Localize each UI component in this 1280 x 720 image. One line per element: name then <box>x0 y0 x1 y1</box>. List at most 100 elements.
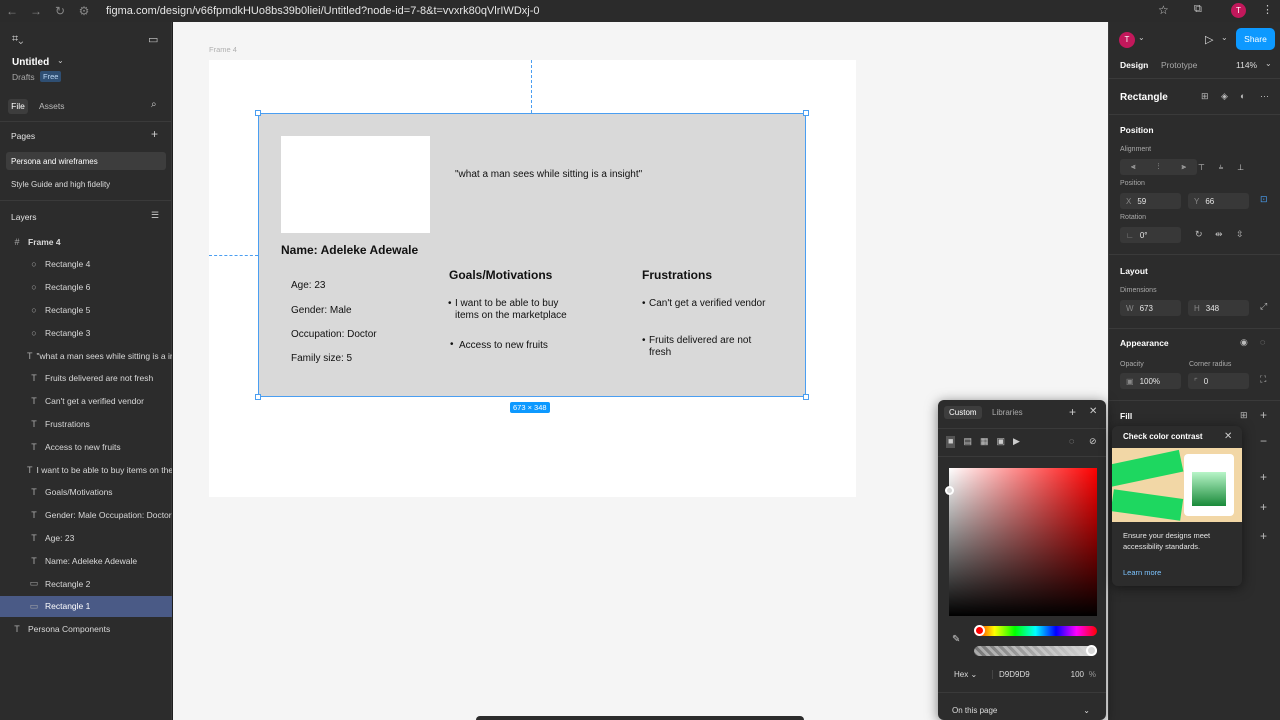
layer-item[interactable]: TI want to be able to buy items on the m… <box>0 459 172 480</box>
layer-item[interactable]: T Goals/Motivations <box>0 482 172 503</box>
color-cursor[interactable] <box>945 486 954 495</box>
layer-item[interactable]: T Persona Components <box>0 619 172 640</box>
zoom-level[interactable]: 114% <box>1236 60 1257 70</box>
radial-gradient-icon[interactable]: ▦ <box>980 436 989 448</box>
add-stroke-icon[interactable]: + <box>1260 470 1267 484</box>
chevron-down-icon[interactable]: ⌄ <box>1221 33 1228 42</box>
gender-text[interactable]: Gender: Male <box>291 305 352 316</box>
video-fill-icon[interactable]: ▶ <box>1013 436 1020 448</box>
align-center-icon[interactable]: ⫶ <box>1157 162 1159 172</box>
tab-prototype[interactable]: Prototype <box>1161 60 1197 70</box>
layer-item[interactable]: T Age: 23 <box>0 527 172 548</box>
learn-more-link[interactable]: Learn more <box>1123 568 1161 577</box>
resize-icon[interactable]: ⤢ <box>1260 301 1267 312</box>
width-field[interactable]: W 673 <box>1120 300 1181 316</box>
align-left-icon[interactable]: ⫷ <box>1131 162 1136 172</box>
more-icon[interactable]: ⋯ <box>1260 91 1269 102</box>
remove-fill-icon[interactable]: − <box>1260 434 1267 448</box>
height-field[interactable]: H 348 <box>1188 300 1249 316</box>
color-contrast-icon[interactable]: ⊘ <box>1089 436 1097 447</box>
x-field[interactable]: X 59 <box>1120 193 1181 209</box>
add-effect-icon[interactable]: + <box>1260 500 1267 514</box>
chevron-down-icon[interactable]: ⌄ <box>1265 59 1272 68</box>
component-icon[interactable]: ◈ <box>1221 91 1228 102</box>
tab-libraries[interactable]: Libraries <box>992 408 1023 417</box>
present-play-icon[interactable]: ▷ <box>1205 33 1213 46</box>
chevron-down-icon[interactable]: ⌄ <box>1138 33 1145 42</box>
layer-item[interactable]: T Frustrations <box>0 413 172 434</box>
layer-item[interactable]: T Fruits delivered are not fresh <box>0 368 172 389</box>
layer-item[interactable]: # Frame 4 <box>0 231 172 252</box>
site-info-icon[interactable]: ⚙ <box>72 4 96 18</box>
family-size-text[interactable]: Family size: 5 <box>291 353 352 364</box>
user-avatar[interactable]: T <box>1119 32 1135 48</box>
address-bar[interactable]: figma.com/design/v66fpmdkHUo8bs39b0liei/… <box>106 5 540 17</box>
image-fill-icon[interactable]: ▣ <box>996 436 1005 448</box>
saturation-brightness-area[interactable] <box>945 468 1097 616</box>
resize-handle-br[interactable] <box>803 394 809 400</box>
blend-drop-icon[interactable]: ◌ <box>1069 436 1074 446</box>
align-right-icon[interactable]: ⫸ <box>1181 162 1186 172</box>
page-item-style-guide[interactable]: Style Guide and high fidelity <box>11 180 110 189</box>
flip-horizontal-icon[interactable]: ⇹ <box>1215 229 1223 240</box>
droplet-icon[interactable]: ◌ <box>1260 337 1265 347</box>
layer-item[interactable]: ○ Rectangle 3 <box>0 322 172 343</box>
search-icon[interactable]: ⌕ <box>151 99 157 110</box>
alpha-thumb[interactable] <box>1086 645 1097 656</box>
frustration-1-text[interactable]: Can't get a verified vendor <box>649 298 765 309</box>
figma-menu-icon[interactable]: ⌗⌄ <box>12 33 23 46</box>
align-bottom-icon[interactable]: ⊥ <box>1237 163 1244 172</box>
opacity-field[interactable]: ▣ 100% <box>1120 373 1181 389</box>
alpha-input[interactable]: 100 <box>1062 670 1084 679</box>
y-field[interactable]: Y 66 <box>1188 193 1249 209</box>
frustrations-heading[interactable]: Frustrations <box>642 268 712 282</box>
tab-design[interactable]: Design <box>1120 60 1148 70</box>
layer-item[interactable]: T Can't get a verified vendor <box>0 391 172 412</box>
corner-radius-field[interactable]: ⌜ 0 <box>1188 373 1249 389</box>
back-icon[interactable]: ← <box>0 4 24 18</box>
file-title[interactable]: Untitled <box>12 57 49 68</box>
alpha-slider[interactable] <box>974 645 1097 656</box>
tab-assets[interactable]: Assets <box>39 101 65 111</box>
constraints-icon[interactable]: ⊡ <box>1260 194 1268 205</box>
sidebar-toggle-icon[interactable]: ▭ <box>148 33 158 46</box>
layer-item[interactable]: ▭ Rectangle 1 <box>0 595 172 617</box>
bookmark-star-icon[interactable]: ☆ <box>1158 3 1169 17</box>
add-fill-icon[interactable]: + <box>1260 408 1267 422</box>
hex-input[interactable]: D9D9D9 <box>992 669 1062 679</box>
resize-handle-tr[interactable] <box>803 110 809 116</box>
align-top-icon[interactable]: ⊤ <box>1198 163 1205 172</box>
goals-heading[interactable]: Goals/Motivations <box>449 268 552 282</box>
eye-icon[interactable]: ◉ <box>1240 337 1248 348</box>
swatch-scope-select[interactable]: On this page ⌄ <box>946 702 1096 718</box>
persona-name[interactable]: Name: Adeleke Adewale <box>281 243 418 257</box>
resize-handle-bl[interactable] <box>255 394 261 400</box>
bottom-toolbar-edge[interactable] <box>476 716 804 720</box>
reload-icon[interactable]: ↻ <box>48 4 72 18</box>
chevron-down-icon[interactable]: ⌄ <box>57 56 64 65</box>
occupation-text[interactable]: Occupation: Doctor <box>291 329 377 340</box>
style-grid-icon[interactable]: ⊞ <box>1240 410 1248 421</box>
share-button[interactable]: Share <box>1236 28 1275 50</box>
hue-slider[interactable] <box>974 625 1097 636</box>
layer-item[interactable]: T Name: Adeleke Adewale <box>0 550 172 571</box>
layer-item[interactable]: ○ Rectangle 6 <box>0 277 172 298</box>
frame-label[interactable]: Frame 4 <box>209 45 237 54</box>
solid-fill-icon[interactable]: ■ <box>946 436 956 448</box>
flip-vertical-icon[interactable]: ⇳ <box>1236 229 1244 240</box>
browser-avatar[interactable]: T <box>1231 3 1246 18</box>
tab-custom[interactable]: Custom <box>944 406 982 419</box>
layers-list-icon[interactable]: ☰ <box>151 210 159 221</box>
forward-icon[interactable]: → <box>24 4 48 18</box>
rectangle-1-selected[interactable]: "what a man sees while sitting is a insi… <box>255 110 809 400</box>
resize-handle-tl[interactable] <box>255 110 261 116</box>
grid-icon[interactable]: ⊞ <box>1201 91 1209 102</box>
linear-gradient-icon[interactable]: ▤ <box>963 436 972 448</box>
layer-item[interactable]: T Gender: Male Occupation: Doctor <box>0 505 172 526</box>
contrast-icon[interactable]: ◐ <box>1240 91 1245 101</box>
goal-2-text[interactable]: Access to new fruits <box>459 340 548 351</box>
page-item-active[interactable]: Persona and wireframes <box>6 152 166 170</box>
layer-item[interactable]: ▭ Rectangle 2 <box>0 573 172 594</box>
rotation-field[interactable]: ∟ 0° <box>1120 227 1181 243</box>
hue-thumb[interactable] <box>974 625 985 636</box>
